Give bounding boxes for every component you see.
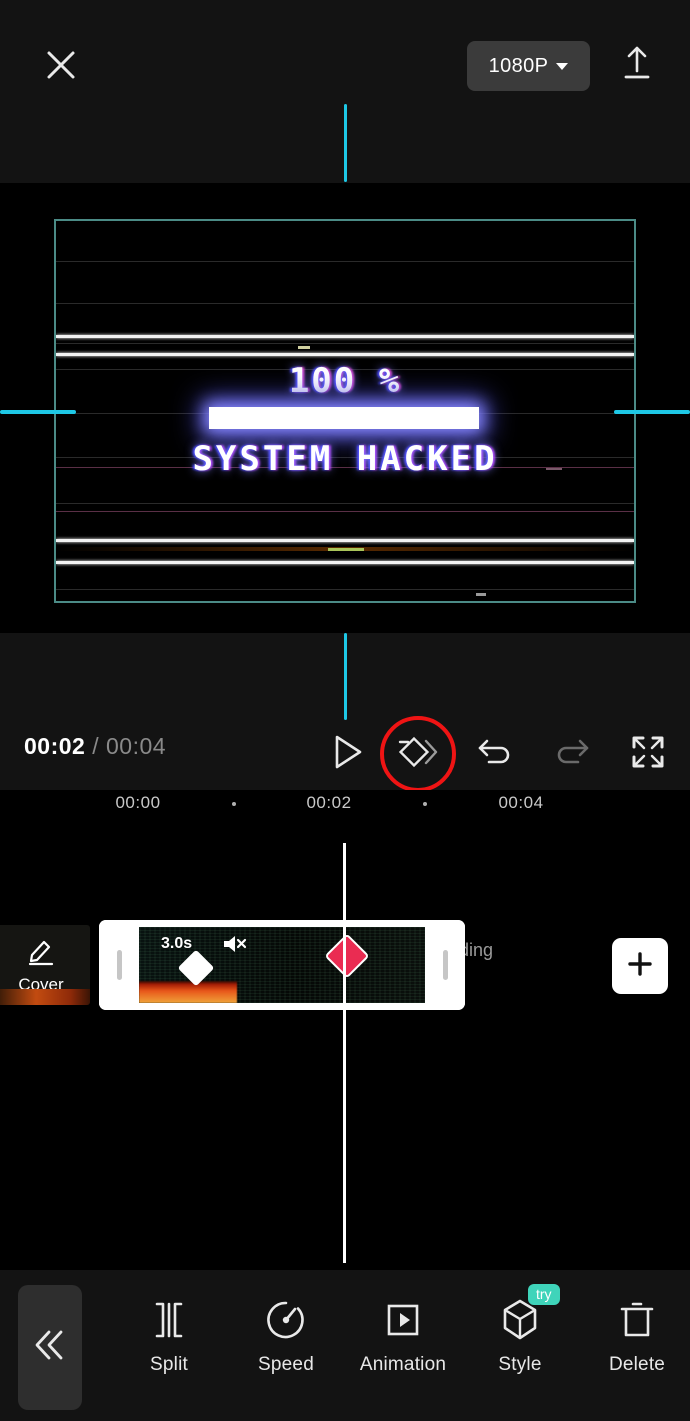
clip-thumbnail-strip[interactable]: 3.0s (139, 927, 425, 1003)
tool-label: Speed (258, 1354, 314, 1375)
center-guide-line-top (344, 104, 347, 182)
time-separator: / (92, 733, 100, 759)
playback-controls (300, 723, 680, 785)
time-display: 00:02 / 00:04 (24, 733, 166, 760)
video-preview[interactable]: 100 % SYSTEM HACKED (0, 183, 690, 633)
pencil-edit-icon (26, 936, 56, 971)
ruler-tick-1: 00:02 (306, 793, 352, 812)
close-icon (41, 45, 81, 85)
undo-button[interactable] (464, 723, 526, 785)
ruler-tick-2: 00:04 (498, 793, 544, 812)
speed-gauge-icon (264, 1294, 308, 1346)
ruler-dot-1 (232, 802, 236, 806)
animation-play-box-icon (381, 1294, 425, 1346)
center-guide-line-left (0, 410, 76, 414)
export-upload-icon (619, 43, 655, 88)
chevron-down-icon (556, 62, 569, 70)
redo-icon (552, 733, 592, 776)
top-bar: 1080P (0, 0, 690, 183)
total-time: 00:04 (106, 733, 167, 759)
resolution-label: 1080P (488, 54, 549, 77)
preview-percent-text: 100 % (288, 361, 402, 401)
ruler-dot-2 (423, 802, 427, 806)
close-button[interactable] (38, 42, 83, 87)
tool-label: Delete (608, 1354, 666, 1375)
tool-label: Animation (359, 1354, 447, 1375)
speaker-muted-icon[interactable] (221, 933, 249, 960)
tool-speed[interactable]: Speed (238, 1294, 334, 1402)
fullscreen-button[interactable] (617, 723, 679, 785)
bottom-toolbar: Split Speed Animation try Style Delete (0, 1270, 690, 1421)
preview-progress-bar (209, 407, 479, 429)
video-editor-screen: 1080P 100 % SYSTEM HACKED 00:02 / 00:04 … (0, 0, 690, 1421)
ruler-tick-0: 00:00 (115, 793, 161, 812)
tool-style[interactable]: try Style (472, 1284, 568, 1402)
center-guide-line-bottom (344, 633, 347, 720)
trim-grip (116, 950, 122, 980)
center-guide-line-right (614, 410, 690, 414)
resolution-button[interactable]: 1080P (467, 41, 590, 91)
video-frame-selection[interactable]: 100 % SYSTEM HACKED (54, 219, 636, 603)
clip-trim-handle-right[interactable] (425, 920, 465, 1010)
try-badge: try (528, 1284, 560, 1306)
tool-split[interactable]: Split (121, 1294, 217, 1402)
selected-video-clip[interactable]: 3.0s (99, 920, 465, 1010)
tool-label: Style (498, 1354, 542, 1375)
undo-icon (475, 733, 515, 776)
current-time: 00:02 (24, 733, 86, 759)
collapse-toolbar-button[interactable] (18, 1285, 82, 1410)
timeline-track-area[interactable]: Cover Ending 3.0s (0, 840, 690, 1270)
plus-icon (625, 949, 655, 984)
tool-delete[interactable]: Delete (589, 1294, 685, 1402)
timeline-playhead[interactable] (343, 843, 346, 1263)
cover-label: Cover (18, 974, 64, 994)
fullscreen-icon (630, 734, 666, 775)
clip-trim-handle-left[interactable] (99, 920, 139, 1010)
timeline-ruler[interactable]: 00:00 00:02 00:04 (0, 790, 690, 840)
export-button[interactable] (614, 40, 660, 90)
tool-label: Split (150, 1354, 188, 1375)
clip-thumbnail-highlight (139, 981, 237, 1003)
play-button[interactable] (317, 723, 379, 785)
tool-animation[interactable]: Animation (355, 1294, 451, 1402)
chevron-double-left-icon (30, 1328, 70, 1367)
keyframe-highlight-ring (380, 716, 456, 792)
redo-button[interactable] (541, 723, 603, 785)
trim-grip (442, 950, 448, 980)
split-icon (148, 1294, 190, 1346)
play-icon (331, 733, 365, 776)
clip-duration-label: 3.0s (161, 935, 193, 952)
add-media-button[interactable] (612, 938, 668, 994)
preview-status-text: SYSTEM HACKED (192, 439, 498, 479)
trash-icon (616, 1294, 658, 1346)
playback-bar: 00:02 / 00:04 (0, 633, 690, 790)
cover-thumbnail-button[interactable]: Cover (0, 925, 90, 1005)
